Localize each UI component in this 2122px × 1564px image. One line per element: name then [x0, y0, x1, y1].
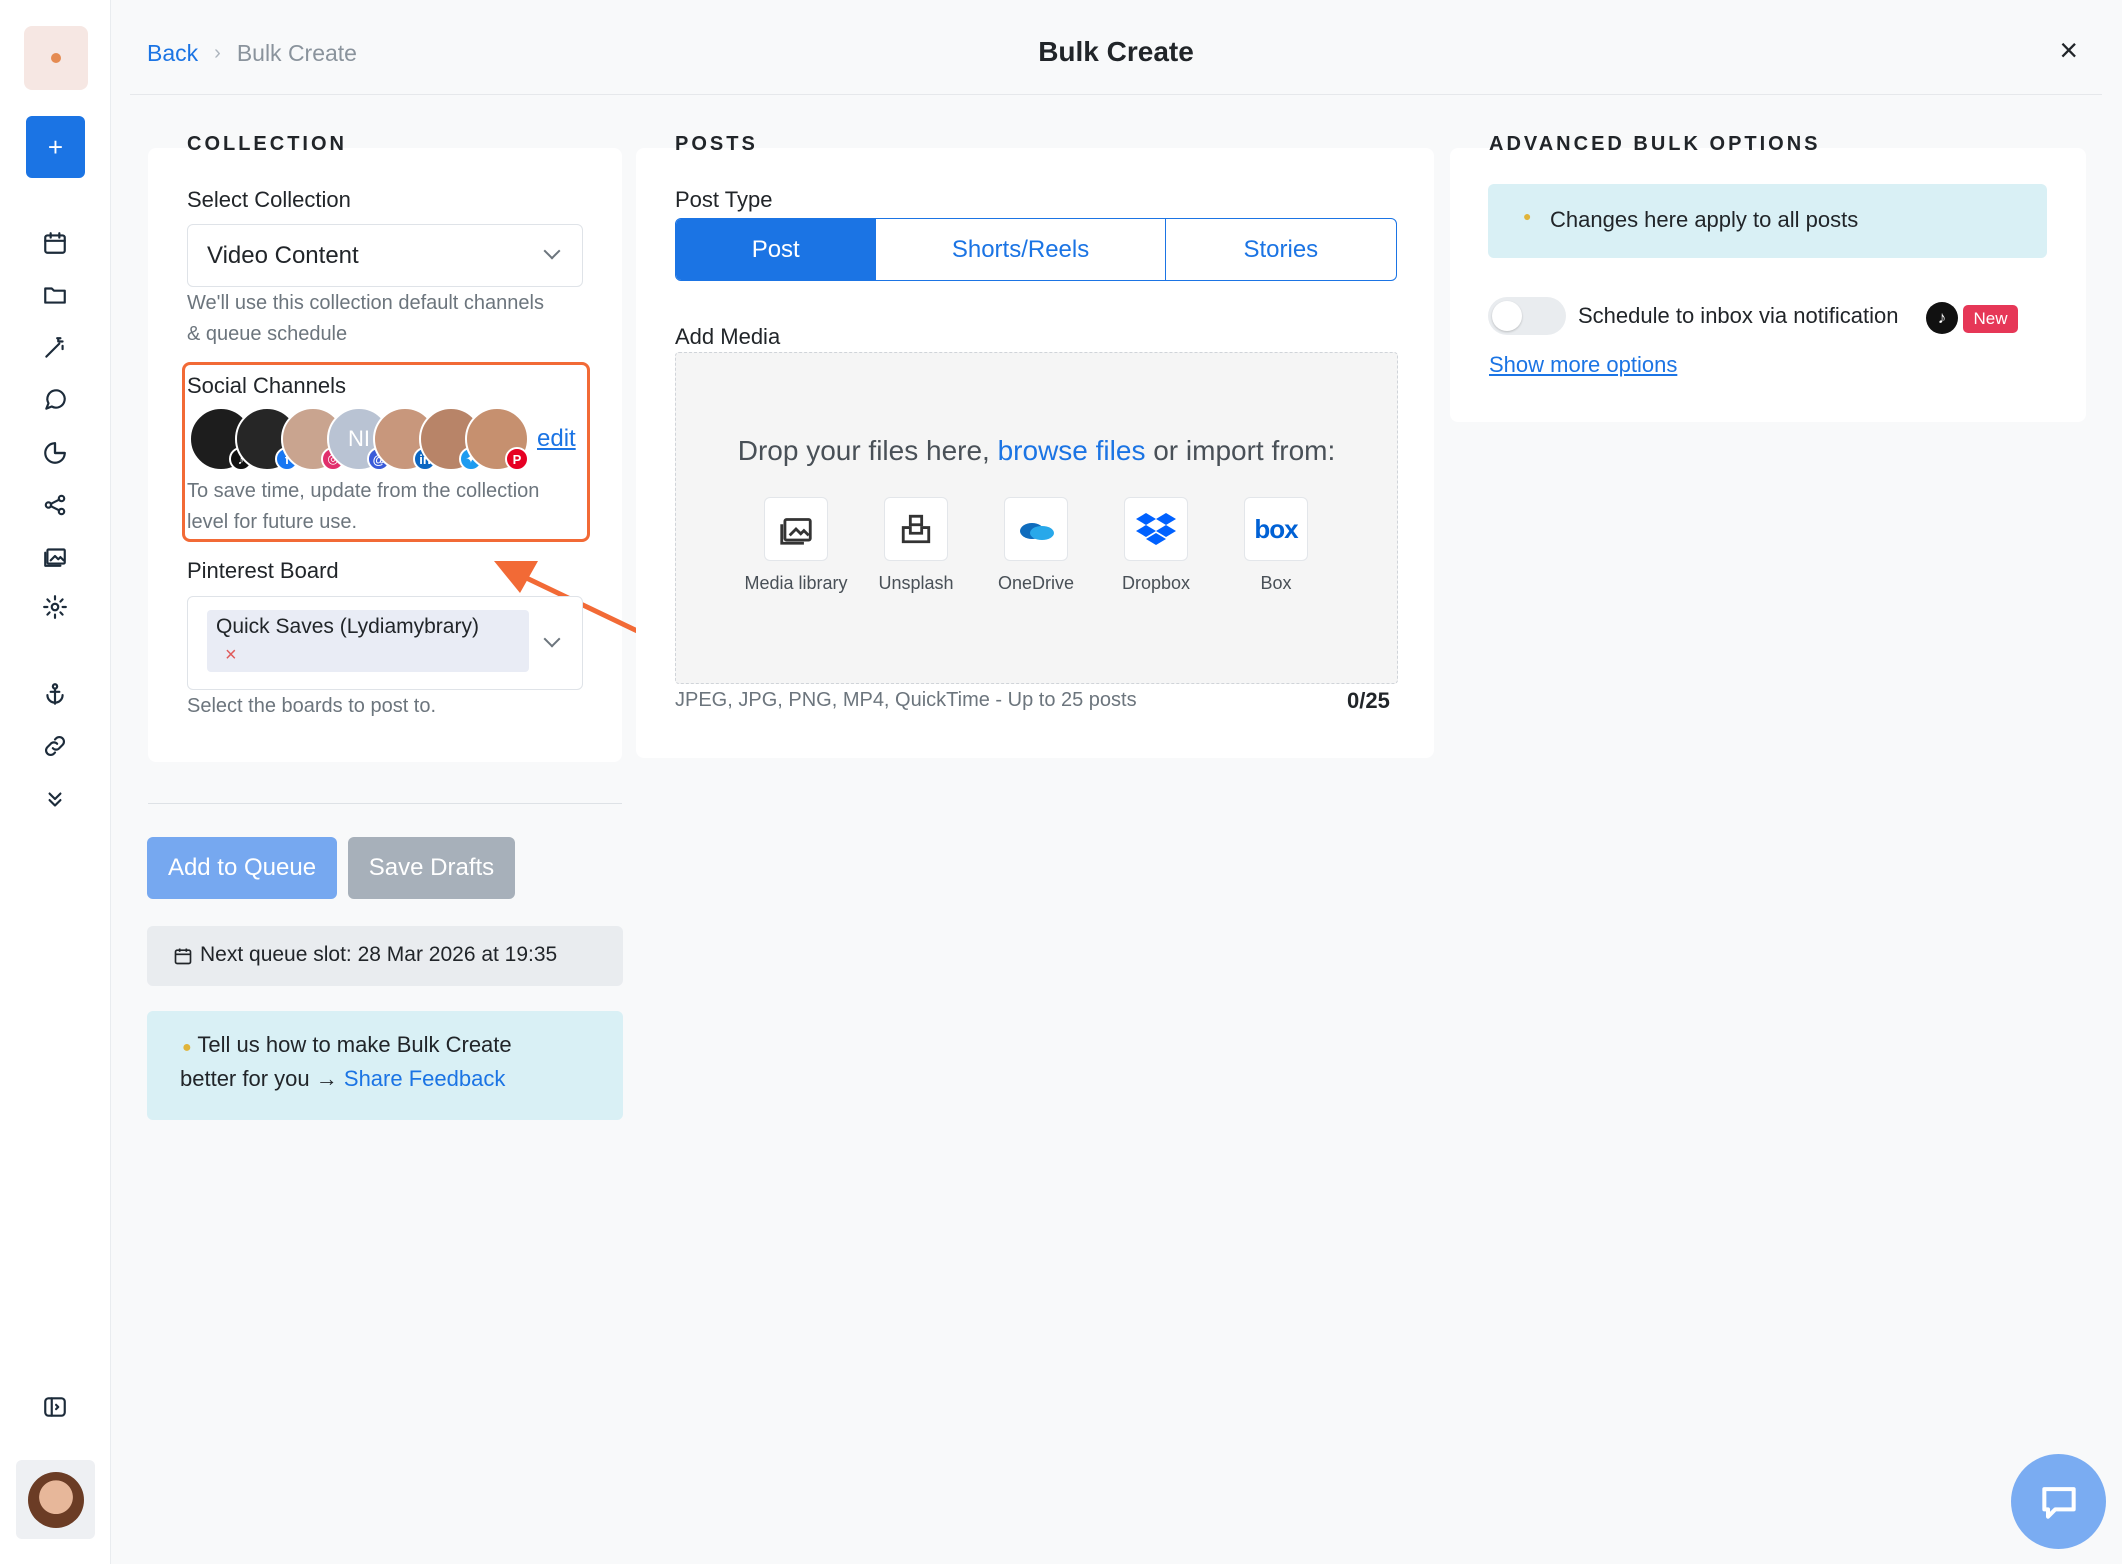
create-button[interactable]: +: [26, 116, 85, 178]
page-title: Bulk Create: [1038, 36, 1194, 67]
edit-channels-link[interactable]: edit: [537, 425, 576, 453]
share-feedback-link[interactable]: Share Feedback: [344, 1066, 505, 1091]
anchor-icon[interactable]: [40, 679, 70, 709]
help-chat-button[interactable]: [2011, 1454, 2106, 1549]
chat-bubble-icon: [2041, 1486, 2076, 1519]
source-unsplash[interactable]: Unsplash: [856, 497, 976, 594]
post-type-post[interactable]: Post: [676, 219, 877, 280]
avatar-pinterest: P: [465, 407, 529, 471]
lightbulb-icon: ●: [1523, 208, 1532, 224]
logo-mark: [51, 53, 61, 63]
user-avatar[interactable]: [16, 1460, 95, 1539]
pinterest-board-tag: Quick Saves (Lydiamybrary) ×: [207, 610, 529, 672]
feedback-box: ● Tell us how to make Bulk Create better…: [147, 1011, 623, 1120]
divider: [148, 803, 622, 804]
sidebar: +: [0, 0, 111, 1564]
social-channels-hint: To save time, update from the collection…: [187, 476, 539, 538]
media-library-icon: [764, 497, 828, 561]
settings-icon[interactable]: [40, 592, 70, 622]
dropzone-title: Drop your files here, browse files or im…: [676, 435, 1397, 467]
post-type-label: Post Type: [675, 187, 773, 212]
tiktok-icon: ♪: [1926, 302, 1958, 334]
collection-section-title: COLLECTION: [187, 133, 347, 155]
post-type-selector: Post Shorts/Reels Stories: [675, 218, 1397, 281]
pinterest-hint: Select the boards to post to.: [187, 695, 437, 717]
lightbulb-icon: ●: [182, 1039, 192, 1056]
close-icon[interactable]: ×: [2059, 34, 2078, 66]
pinterest-badge: P: [505, 447, 529, 471]
drop-text-after: or import from:: [1153, 435, 1336, 466]
chevron-down-icon: [543, 242, 561, 260]
pie-chart-icon[interactable]: [40, 438, 70, 468]
folder-icon[interactable]: [40, 280, 70, 310]
collection-select-value: Video Content: [207, 242, 359, 269]
source-name: Dropbox: [1121, 573, 1191, 593]
source-name: Media library: [744, 573, 848, 593]
magic-wand-icon[interactable]: [40, 333, 70, 363]
share-icon[interactable]: [40, 490, 70, 520]
media-dropzone[interactable]: Drop your files here, browse files or im…: [675, 352, 1398, 684]
drop-text-before: Drop your files here,: [737, 435, 990, 466]
collection-hint: We'll use this collection default channe…: [187, 288, 544, 350]
add-to-queue-button[interactable]: Add to Queue: [147, 837, 337, 899]
media-formats: JPEG, JPG, PNG, MP4, QuickTime - Up to 2…: [675, 689, 1137, 711]
feedback-text-2: better for you: [180, 1066, 310, 1091]
source-dropbox[interactable]: Dropbox: [1096, 497, 1216, 594]
onedrive-icon: [1004, 497, 1068, 561]
schedule-inbox-toggle[interactable]: [1488, 297, 1566, 335]
source-name: Box: [1260, 573, 1292, 593]
collection-hint-line1: We'll use this collection default channe…: [187, 292, 544, 314]
chevron-down-icon: [543, 630, 561, 648]
show-more-options-link[interactable]: Show more options: [1489, 352, 1677, 378]
save-drafts-button[interactable]: Save Drafts: [348, 837, 515, 899]
source-onedrive[interactable]: OneDrive: [976, 497, 1096, 594]
unsplash-icon: [884, 497, 948, 561]
media-count: 0/25: [1347, 688, 1390, 713]
post-type-stories[interactable]: Stories: [1166, 219, 1396, 280]
collection-select[interactable]: Video Content: [187, 224, 583, 287]
pinterest-board-tag-label: Quick Saves (Lydiamybrary): [216, 615, 479, 638]
feedback-line1: ● Tell us how to make Bulk Create: [182, 1028, 512, 1065]
schedule-inbox-label: Schedule to inbox via notification: [1578, 303, 1899, 328]
social-hint-line2: level for future use.: [187, 511, 358, 533]
link-icon[interactable]: [40, 731, 70, 761]
social-hint-line1: To save time, update from the collection: [187, 480, 540, 502]
social-channels-highlight: Social Channels ♪ f ◎ NI@ in ✦ P edit To…: [182, 362, 590, 542]
social-channels-label: Social Channels: [187, 373, 346, 398]
posts-section-title: POSTS: [675, 133, 758, 155]
advanced-notice: ● Changes here apply to all posts: [1488, 184, 2047, 258]
add-media-label: Add Media: [675, 324, 781, 349]
user-photo: [27, 1471, 84, 1528]
brand-logo[interactable]: [24, 26, 88, 90]
toggle-knob: [1492, 301, 1522, 331]
source-box[interactable]: box Box: [1216, 497, 1336, 594]
box-icon: box: [1244, 497, 1308, 561]
sidebar-toggle-icon[interactable]: [40, 1392, 70, 1422]
post-type-shorts-reels[interactable]: Shorts/Reels: [876, 219, 1166, 280]
select-collection-label: Select Collection: [187, 187, 351, 212]
dropbox-icon: [1124, 497, 1188, 561]
double-chevron-down-icon[interactable]: [40, 784, 70, 814]
feedback-text-1: Tell us how to make Bulk Create: [197, 1032, 512, 1057]
pinterest-board-label: Pinterest Board: [187, 558, 339, 583]
gallery-icon[interactable]: [40, 541, 70, 571]
source-media-library[interactable]: Media library: [736, 497, 856, 594]
source-name: Unsplash: [878, 573, 954, 593]
new-badge: New: [1963, 305, 2018, 333]
calendar-icon[interactable]: [40, 228, 70, 258]
page-header: Back › Bulk Create Bulk Create ×: [130, 20, 2102, 95]
remove-tag-icon[interactable]: ×: [225, 644, 237, 667]
arrow-right-icon: →: [315, 1066, 338, 1091]
advanced-section-title: ADVANCED BULK OPTIONS: [1489, 133, 1821, 155]
feedback-line2: better for you → Share Feedback: [180, 1062, 505, 1096]
next-queue-slot: Next queue slot: 28 Mar 2026 at 19:35: [147, 926, 623, 986]
advanced-notice-text: Changes here apply to all posts: [1550, 207, 1859, 232]
channel-avatars[interactable]: ♪ f ◎ NI@ in ✦ P: [189, 407, 529, 471]
source-name: OneDrive: [997, 573, 1075, 593]
calendar-icon: [174, 948, 192, 965]
collection-hint-line2: & queue schedule: [187, 323, 348, 345]
chat-icon[interactable]: [40, 385, 70, 415]
browse-files-link[interactable]: browse files: [998, 435, 1146, 466]
next-queue-slot-text: Next queue slot: 28 Mar 2026 at 19:35: [200, 943, 558, 966]
